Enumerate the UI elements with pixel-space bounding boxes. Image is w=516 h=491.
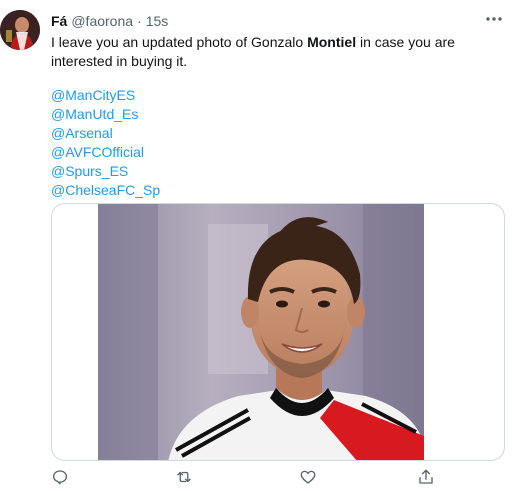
tweet[interactable]: Fá @faorona · 15s I leave you an updated ph…: [0, 0, 516, 491]
tweet-media[interactable]: [51, 203, 505, 461]
tweet-actions: [51, 468, 503, 488]
mention-link[interactable]: @AVFCOfficial: [51, 143, 491, 162]
reply-icon: [52, 470, 68, 485]
tweet-header: Fá @faorona · 15s: [51, 12, 168, 30]
like-button[interactable]: [299, 468, 319, 488]
mention-link[interactable]: @ChelseaFC_Sp: [51, 181, 491, 200]
tweet-text: I leave you an updated photo of Gonzalo …: [51, 33, 491, 200]
avatar-image: [0, 10, 40, 50]
author-name[interactable]: Fá: [51, 13, 67, 29]
avatar[interactable]: [0, 10, 40, 50]
reply-button[interactable]: [51, 468, 71, 488]
mention-link[interactable]: @ManUtd_Es: [51, 105, 491, 124]
more-options-button[interactable]: [484, 11, 504, 27]
tweet-text-bold: Montiel: [307, 34, 357, 50]
player-photo[interactable]: [98, 204, 424, 461]
author-handle[interactable]: @faorona: [71, 13, 133, 29]
mentions-list: @ManCityES @ManUtd_Es @Arsenal @AVFCOffi…: [51, 86, 491, 200]
more-horizontal-icon: [486, 17, 502, 21]
mention-link[interactable]: @ManCityES: [51, 86, 491, 105]
heart-icon: [300, 470, 316, 484]
tweet-text-part: I leave you an updated photo of Gonzalo: [51, 34, 308, 50]
retweet-icon: [177, 471, 191, 483]
timestamp[interactable]: 15s: [146, 13, 169, 29]
mention-link[interactable]: @Spurs_ES: [51, 162, 491, 181]
retweet-button[interactable]: [175, 468, 195, 488]
separator-dot: ·: [137, 13, 142, 29]
share-icon: [419, 469, 433, 484]
mention-link[interactable]: @Arsenal: [51, 124, 491, 143]
share-button[interactable]: [417, 468, 437, 488]
